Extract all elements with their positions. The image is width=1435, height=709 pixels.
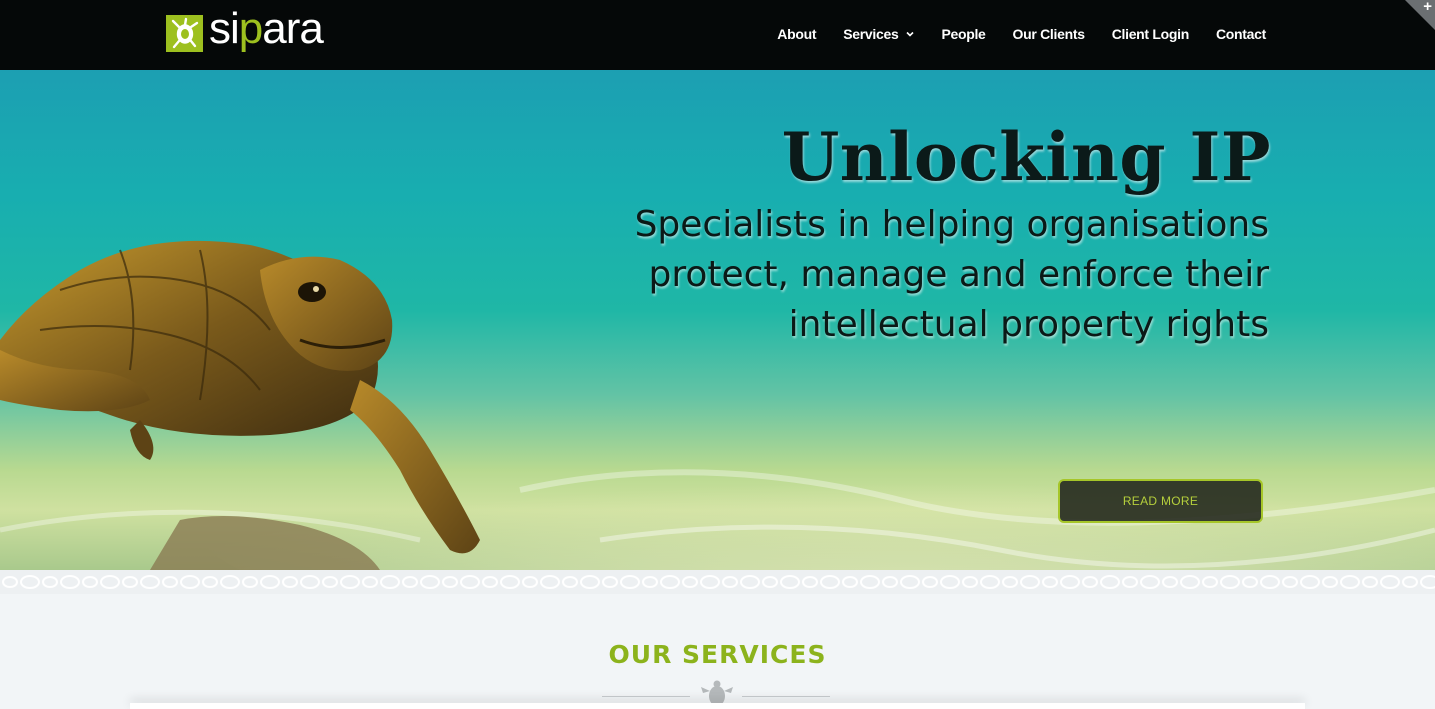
separator-line (742, 696, 830, 697)
logo-wordmark: sipara (209, 4, 324, 53)
site-logo[interactable]: sipara (166, 6, 324, 56)
hero-banner: Unlocking IP Specialists in helping orga… (0, 70, 1435, 570)
plus-icon[interactable]: + (1423, 0, 1432, 15)
hero-subtitle-line: intellectual property rights (788, 304, 1269, 345)
read-more-button[interactable]: READ MORE (1058, 479, 1263, 523)
nav-client-login[interactable]: Client Login (1112, 24, 1190, 44)
hero-subtitle: Specialists in helping organisations pro… (629, 200, 1269, 350)
services-card-top (130, 703, 1305, 709)
nav-services[interactable]: Services (843, 24, 915, 44)
site-header: sipara About Services People Our Clients… (0, 0, 1435, 70)
hero-subtitle-line: Specialists in helping organisations (634, 204, 1269, 245)
hero-subtitle-line: protect, manage and enforce their (648, 254, 1269, 295)
chevron-down-icon (906, 31, 915, 37)
turtle-logo-icon (166, 14, 203, 52)
main-nav: About Services People Our Clients Client… (750, 24, 1266, 44)
separator-line (602, 696, 690, 697)
nav-people[interactable]: People (941, 24, 985, 44)
pattern-divider (0, 570, 1435, 594)
nav-contact[interactable]: Contact (1216, 24, 1266, 44)
nav-about[interactable]: About (777, 24, 816, 44)
nav-our-clients[interactable]: Our Clients (1013, 24, 1085, 44)
services-heading: OUR SERVICES (608, 640, 827, 669)
hero-title: Unlocking IP (781, 118, 1271, 196)
